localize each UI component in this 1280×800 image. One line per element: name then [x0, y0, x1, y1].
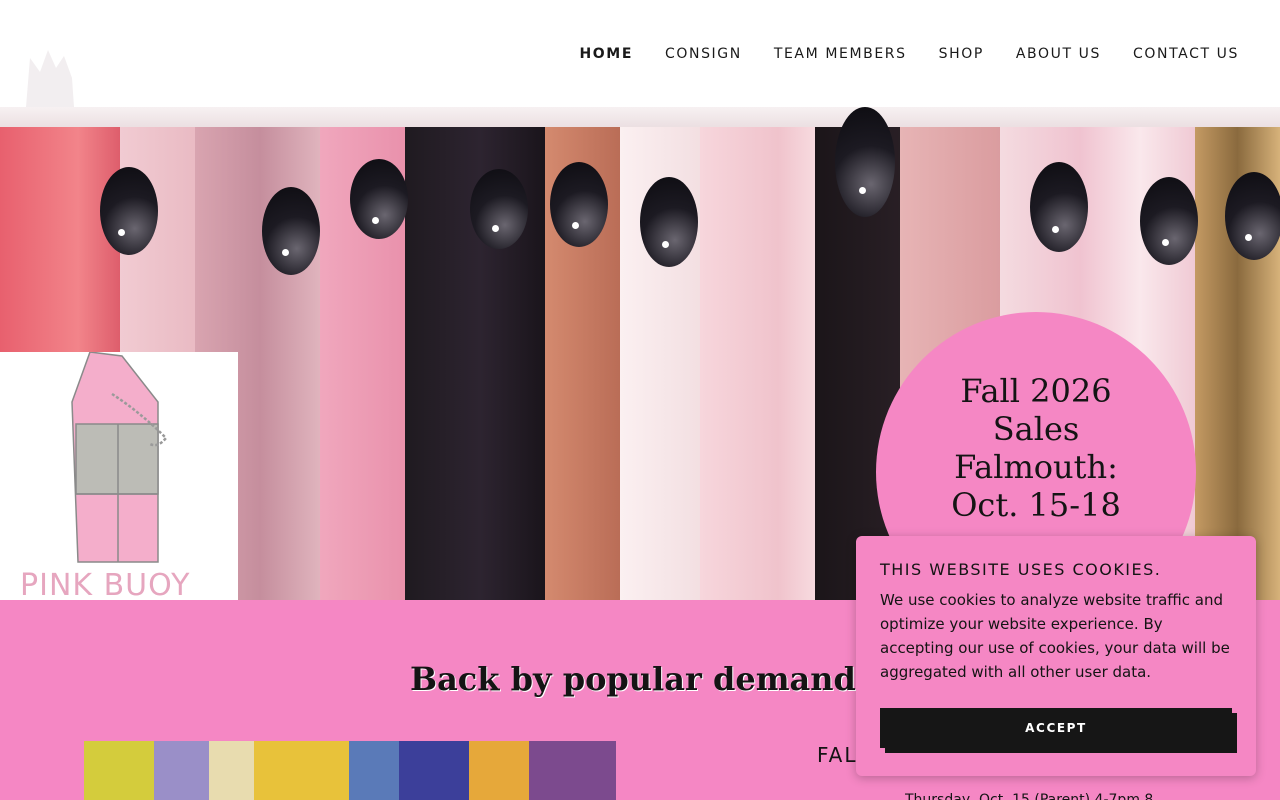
cookie-message: We use cookies to analyze website traffi…: [880, 591, 1230, 681]
cookie-title: THIS WEBSITE USES COOKIES.: [880, 560, 1162, 579]
hanger-icon: [350, 159, 408, 239]
hanger-icon: [1140, 177, 1198, 265]
sale-announcement-text: Fall 2026 Sales Falmouth: Oct. 15-18: [951, 372, 1121, 524]
cookie-banner: THIS WEBSITE USES COOKIES. We use cookie…: [856, 536, 1256, 776]
accept-cookies-button[interactable]: ACCEPT: [880, 708, 1232, 748]
nav-contact-us-link[interactable]: CONTACT US: [1133, 44, 1239, 64]
hanger-icon: [640, 177, 698, 267]
main-nav: HOME CONSIGN TEAM MEMBERS SHOP ABOUT US …: [547, 44, 1239, 64]
garment-lace-dress: [700, 127, 830, 600]
hanger-icon: [550, 162, 608, 247]
site-header: HOME CONSIGN TEAM MEMBERS SHOP ABOUT US …: [0, 0, 1280, 107]
nav-consign-link[interactable]: CONSIGN: [665, 44, 742, 64]
nav-about-us-link[interactable]: ABOUT US: [1016, 44, 1101, 64]
hero-banner: PINK BUOY Fall 2026 Sales Falmouth: Oct.…: [0, 107, 1280, 600]
hanger-icon: [835, 107, 895, 217]
nav-home-link[interactable]: HOME: [579, 44, 633, 64]
hanger-icon: [470, 169, 528, 249]
hanger-icon: [100, 167, 158, 255]
hanger-icon: [1030, 162, 1088, 252]
clothing-rack-photo: [84, 741, 616, 800]
nav-shop-link[interactable]: SHOP: [939, 44, 984, 64]
hanger-icon: [1225, 172, 1280, 260]
hanger-icon: [262, 187, 320, 275]
buoy-icon: [71, 351, 168, 563]
faded-logo-icon: [26, 50, 74, 107]
event-heading: FAL: [817, 743, 858, 767]
event-details: Thursday, Oct. 15 (Parent) 4-7pm 8: [905, 792, 1154, 800]
pink-buoy-logo: PINK BUOY: [0, 351, 238, 600]
nav-team-members-link[interactable]: TEAM MEMBERS: [774, 44, 907, 64]
logo-wordmark: PINK BUOY: [20, 568, 191, 600]
